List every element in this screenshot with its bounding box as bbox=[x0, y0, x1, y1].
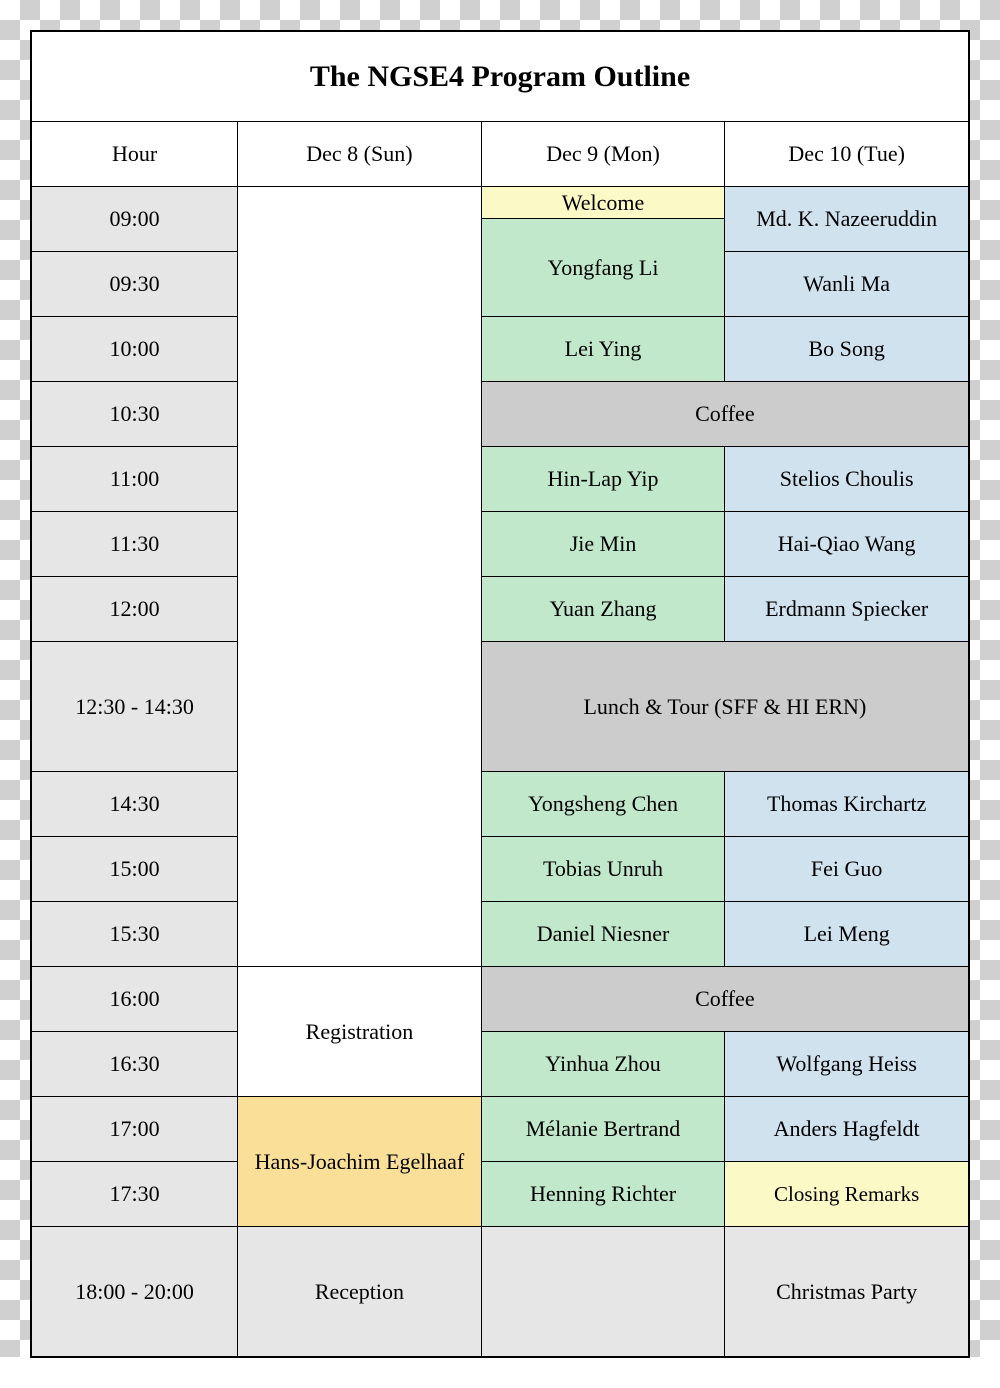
day1-registration: Registration bbox=[238, 967, 482, 1097]
day3-nazeeruddin: Md. K. Nazeeruddin bbox=[725, 187, 969, 252]
day1-blank-morning bbox=[238, 187, 482, 967]
hour-1430: 14:30 bbox=[32, 772, 238, 837]
hour-1600: 16:00 bbox=[32, 967, 238, 1032]
day2-jie-min: Jie Min bbox=[481, 512, 725, 577]
day2-yuan-zhang: Yuan Zhang bbox=[481, 577, 725, 642]
day3-stelios-choulis: Stelios Choulis bbox=[725, 447, 969, 512]
day3-bo-song: Bo Song bbox=[725, 317, 969, 382]
header-day2: Dec 9 (Mon) bbox=[481, 122, 725, 187]
hour-0930: 09:30 bbox=[32, 252, 238, 317]
day3-thomas-kirchartz: Thomas Kirchartz bbox=[725, 772, 969, 837]
day3-anders-hagfeldt: Anders Hagfeldt bbox=[725, 1097, 969, 1162]
hour-1630: 16:30 bbox=[32, 1032, 238, 1097]
page-title: The NGSE4 Program Outline bbox=[32, 32, 969, 122]
header-day3: Dec 10 (Tue) bbox=[725, 122, 969, 187]
hour-1130: 11:30 bbox=[32, 512, 238, 577]
hour-1500: 15:00 bbox=[32, 837, 238, 902]
day3-erdmann-spiecker: Erdmann Spiecker bbox=[725, 577, 969, 642]
day2-henning-richter: Henning Richter bbox=[481, 1162, 725, 1227]
day2-evening-blank bbox=[481, 1227, 725, 1357]
day3-christmas-party: Christmas Party bbox=[725, 1227, 969, 1357]
day2-yongsheng-chen: Yongsheng Chen bbox=[481, 772, 725, 837]
day3-lei-meng: Lei Meng bbox=[725, 902, 969, 967]
lunch-tour: Lunch & Tour (SFF & HI ERN) bbox=[481, 642, 968, 772]
day1-reception: Reception bbox=[238, 1227, 482, 1357]
hour-1800-2000: 18:00 - 20:00 bbox=[32, 1227, 238, 1357]
hour-1700: 17:00 bbox=[32, 1097, 238, 1162]
hour-0900: 09:00 bbox=[32, 187, 238, 252]
day2-yinhua-zhou: Yinhua Zhou bbox=[481, 1032, 725, 1097]
hour-1000: 10:00 bbox=[32, 317, 238, 382]
day3-wanli-ma: Wanli Ma bbox=[725, 252, 969, 317]
program-outline-page: The NGSE4 Program Outline Hour Dec 8 (Su… bbox=[30, 30, 970, 1358]
hour-1100: 11:00 bbox=[32, 447, 238, 512]
day2-lei-ying: Lei Ying bbox=[481, 317, 725, 382]
day2-daniel-niesner: Daniel Niesner bbox=[481, 902, 725, 967]
day2-melanie-bertrand: Mélanie Bertrand bbox=[481, 1097, 725, 1162]
hour-1530: 15:30 bbox=[32, 902, 238, 967]
day2-hin-lap-yip: Hin-Lap Yip bbox=[481, 447, 725, 512]
schedule-table: The NGSE4 Program Outline Hour Dec 8 (Su… bbox=[31, 31, 969, 1357]
day2-tobias-unruh: Tobias Unruh bbox=[481, 837, 725, 902]
hour-1230-1430: 12:30 - 14:30 bbox=[32, 642, 238, 772]
day3-closing-remarks: Closing Remarks bbox=[725, 1162, 969, 1227]
day1-egelhaaf: Hans-Joachim Egelhaaf bbox=[238, 1097, 482, 1227]
coffee-morning: Coffee bbox=[481, 382, 968, 447]
coffee-afternoon: Coffee bbox=[481, 967, 968, 1032]
day3-wolfgang-heiss: Wolfgang Heiss bbox=[725, 1032, 969, 1097]
day2-welcome: Welcome bbox=[481, 187, 725, 219]
hour-1730: 17:30 bbox=[32, 1162, 238, 1227]
hour-1200: 12:00 bbox=[32, 577, 238, 642]
hour-1030: 10:30 bbox=[32, 382, 238, 447]
day3-hai-qiao-wang: Hai-Qiao Wang bbox=[725, 512, 969, 577]
day2-yongfang-li: Yongfang Li bbox=[481, 219, 725, 317]
header-hour: Hour bbox=[32, 122, 238, 187]
day3-fei-guo: Fei Guo bbox=[725, 837, 969, 902]
header-day1: Dec 8 (Sun) bbox=[238, 122, 482, 187]
